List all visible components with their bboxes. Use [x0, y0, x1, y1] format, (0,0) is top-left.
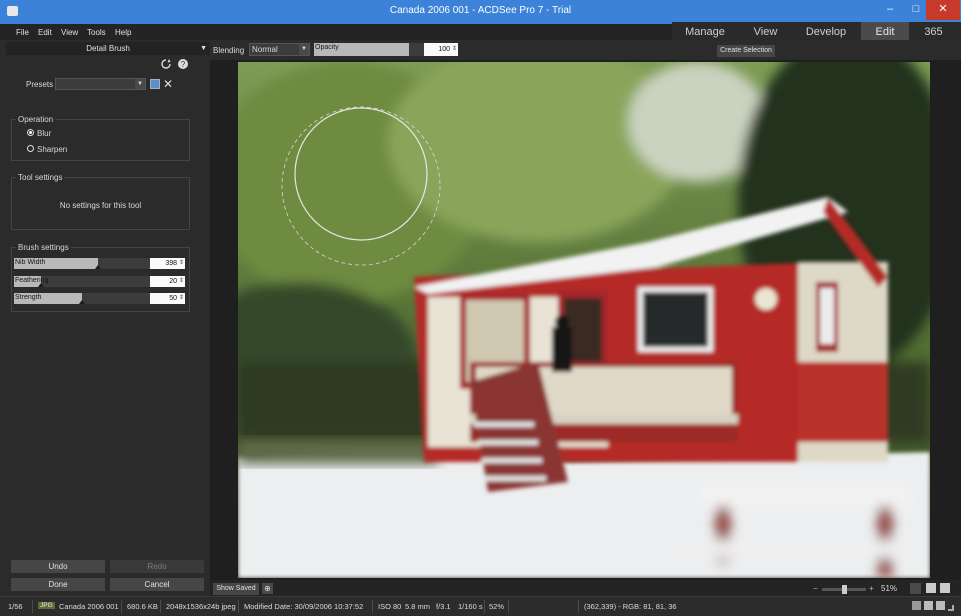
status-iso: ISO 80: [378, 602, 402, 611]
minimize-button[interactable]: –: [876, 0, 904, 20]
dropdown-arrow-icon[interactable]: ▼: [200, 42, 207, 55]
reset-icon[interactable]: [160, 58, 172, 70]
histogram-icon[interactable]: [924, 601, 933, 610]
opacity-slider[interactable]: Opacity: [314, 43, 424, 56]
menu-view[interactable]: View: [61, 28, 78, 37]
create-selection-button[interactable]: Create Selection: [717, 45, 775, 57]
chevron-down-icon[interactable]: ▼: [135, 79, 145, 89]
tab-develop[interactable]: Develop: [793, 22, 859, 42]
sharpen-label: Sharpen: [37, 145, 68, 154]
status-filename: Canada 2006 001: [59, 602, 119, 611]
undo-button[interactable]: Undo: [11, 560, 105, 573]
status-bar: 1/56 JPG Canada 2006 001 680.6 KB 2048x1…: [0, 596, 961, 616]
chevron-down-icon[interactable]: ▼: [299, 44, 309, 55]
mode-tabs: Manage View Develop Edit 365: [672, 22, 961, 42]
sharpen-radio[interactable]: [27, 145, 34, 152]
slider-knob[interactable]: [79, 300, 85, 304]
save-preset-icon[interactable]: [150, 79, 160, 89]
blending-label: Blending: [213, 46, 245, 55]
cancel-button[interactable]: Cancel: [110, 578, 204, 591]
status-filesize: 680.6 KB: [127, 602, 158, 611]
presets-select[interactable]: ▼: [55, 78, 146, 90]
menu-file[interactable]: File: [16, 28, 29, 37]
presets-label: Presets: [26, 80, 54, 89]
compare-icon[interactable]: ⊕: [262, 583, 273, 594]
exposure-warning-icon[interactable]: [936, 601, 945, 610]
blending-select[interactable]: Normal ▼: [249, 43, 310, 56]
zoom-value: 51%: [881, 584, 898, 593]
menu-tools[interactable]: Tools: [87, 28, 106, 37]
redo-button[interactable]: Redo: [110, 560, 204, 573]
status-focal: 5.8 mm: [405, 602, 431, 611]
title-bar: Canada 2006 001 - ACDSee Pro 7 - Trial –…: [0, 0, 961, 24]
panel-title: Detail Brush: [86, 44, 130, 53]
menu-help[interactable]: Help: [115, 28, 131, 37]
svg-text:?: ?: [181, 60, 186, 69]
feathering-value[interactable]: 20: [150, 276, 185, 287]
tab-view[interactable]: View: [738, 22, 793, 42]
tab-manage[interactable]: Manage: [672, 22, 738, 42]
tools-icon[interactable]: ✕: [163, 77, 173, 91]
done-button[interactable]: Done: [11, 578, 105, 591]
strength-value[interactable]: 50: [150, 293, 185, 304]
format-badge: JPG: [38, 602, 55, 609]
status-aperture: f/3.1: [436, 602, 451, 611]
status-pixel-info: (362,339) - RGB: 81, 81, 36: [584, 602, 677, 611]
strength-label: Strength: [15, 294, 42, 301]
feathering-slider[interactable]: Feathering: [14, 276, 150, 287]
resize-grip-icon[interactable]: [948, 605, 954, 611]
menu-bar: File Edit View Tools Help: [0, 24, 672, 40]
panel-header[interactable]: Detail Brush ▼: [6, 42, 210, 55]
fit-image-icon[interactable]: [940, 583, 950, 593]
zoom-out-button[interactable]: −: [813, 584, 818, 593]
actual-size-icon[interactable]: [926, 583, 936, 593]
photo-canvas[interactable]: [238, 62, 930, 578]
status-index: 1/56: [8, 602, 23, 611]
status-modified: Modified Date: 30/09/2006 10:37:52: [244, 602, 364, 611]
view-mode-icon[interactable]: [912, 601, 921, 610]
status-dimensions: 2048x1536x24b jpeg: [166, 602, 236, 611]
operation-group: Operation: [11, 115, 190, 161]
slider-knob[interactable]: [95, 265, 102, 269]
tool-settings-title: Tool settings: [16, 173, 65, 182]
status-zoom: 52%: [489, 602, 505, 611]
nib-width-value[interactable]: 398: [150, 258, 185, 269]
opacity-label: Opacity: [315, 44, 339, 51]
brush-settings-title: Brush settings: [16, 243, 71, 252]
zoom-dropdown[interactable]: [910, 583, 921, 594]
show-saved-button[interactable]: Show Saved: [213, 583, 259, 595]
photo-image: [238, 62, 930, 578]
status-shutter: 1/160 s: [458, 602, 483, 611]
close-button[interactable]: ✕: [926, 0, 960, 20]
strength-slider[interactable]: Strength: [14, 293, 150, 304]
help-icon[interactable]: ?: [177, 58, 189, 70]
opacity-value[interactable]: 100: [424, 43, 458, 56]
blur-label: Blur: [37, 129, 52, 138]
slider-knob[interactable]: [38, 283, 45, 287]
menu-edit[interactable]: Edit: [38, 28, 52, 37]
operation-title: Operation: [16, 115, 56, 124]
tool-settings-message: No settings for this tool: [59, 201, 142, 210]
window-title: Canada 2006 001 - ACDSee Pro 7 - Trial: [389, 5, 572, 16]
zoom-slider[interactable]: [822, 585, 866, 594]
blur-radio[interactable]: [27, 129, 34, 136]
tab-365[interactable]: 365: [911, 22, 956, 42]
zoom-in-button[interactable]: +: [869, 584, 874, 593]
zoom-slider-thumb[interactable]: [842, 585, 847, 594]
nib-width-label: Nib Width: [15, 259, 46, 266]
nib-width-slider[interactable]: Nib Width: [14, 258, 150, 269]
tab-edit[interactable]: Edit: [861, 22, 909, 42]
